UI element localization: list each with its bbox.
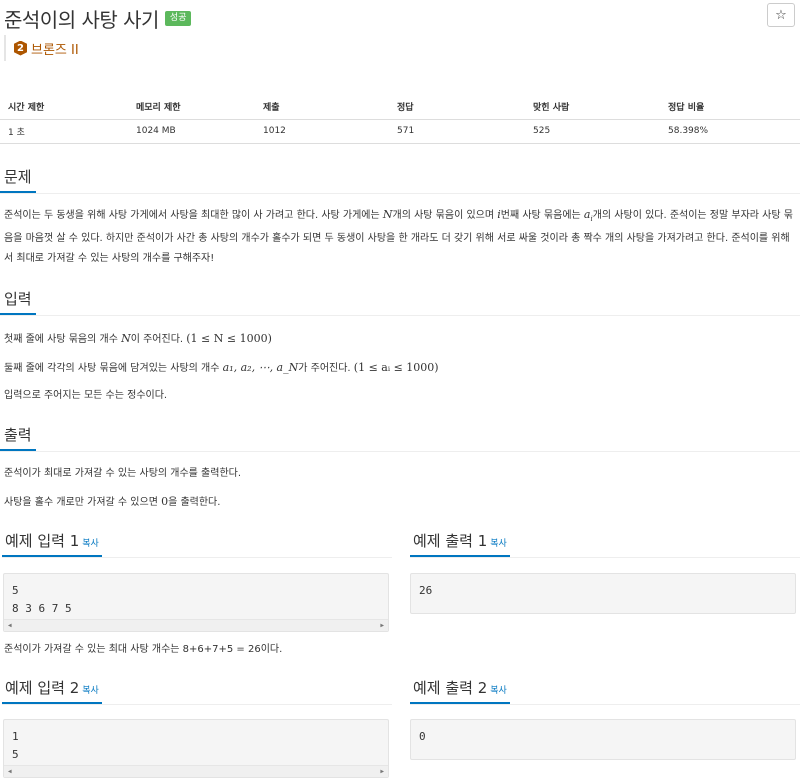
copy-button[interactable]: 복사 [490, 686, 507, 696]
star-icon: ☆ [775, 7, 787, 23]
tier-row: 2 브론즈 II [4, 35, 79, 61]
value-accepted[interactable]: 571 [389, 119, 525, 144]
problem-text-1: 준석이는 두 동생을 위해 사탕 가게에서 사탕을 최대한 많이 사 가려고 한… [4, 210, 383, 221]
scroll-left-icon[interactable]: ◀ [8, 622, 12, 629]
sample-output-1-box[interactable]: 26 [410, 573, 796, 614]
output-section-header: 출력 [0, 424, 800, 452]
copy-button[interactable]: 복사 [490, 539, 507, 549]
output-text-2: 사탕을 홀수 개로만 가져갈 수 있으면 [4, 497, 162, 508]
sample-input-2-content: 1 5 [12, 730, 19, 761]
math-range-a: (1 ≤ aᵢ ≤ 1000) [353, 361, 439, 374]
header-memory-limit: 메모리 제한 [128, 95, 255, 120]
sample-output-1-content: 26 [419, 584, 433, 597]
sample-input-1-box[interactable]: 5 8 3 6 7 5 ◀ ▶ [3, 573, 389, 632]
sample-input-2-heading: 예제 입력 2 복사 [2, 677, 102, 704]
input-section-header: 입력 [0, 288, 800, 316]
output-line-1: 준석이가 최대로 가져갈 수 있는 사탕의 개수를 출력한다. [4, 468, 242, 479]
sample-output-2-box[interactable]: 0 [410, 719, 796, 760]
sample-output-2-content: 0 [419, 730, 426, 743]
sample-input-2-header: 예제 입력 2 복사 [2, 677, 392, 705]
horizontal-scrollbar[interactable]: ◀ ▶ [4, 619, 388, 631]
scroll-right-icon[interactable]: ▶ [380, 622, 384, 629]
horizontal-scrollbar[interactable]: ◀ ▶ [4, 765, 388, 777]
header-solvers: 맞힌 사람 [525, 95, 660, 120]
sample-input-1-header: 예제 입력 1 복사 [2, 530, 392, 558]
sample-1-note: 준석이가 가져갈 수 있는 최대 사탕 개수는 8+6+7+5 = 26이다. [4, 644, 283, 655]
input-line-3: 입력으로 주어지는 모든 수는 정수이다. [4, 390, 168, 401]
sample-output-2-title: 예제 출력 2 [413, 679, 488, 697]
problem-heading: 문제 [0, 166, 36, 193]
table-header-row: 시간 제한 메모리 제한 제출 정답 맞힌 사람 정답 비율 [0, 95, 800, 120]
input-line-1: 첫째 줄에 사탕 묶음의 개수 N이 주어진다. (1 ≤ N ≤ 1000) [4, 329, 798, 350]
problem-section-header: 문제 [0, 166, 800, 194]
header-accepted: 정답 [389, 95, 525, 120]
value-memory-limit: 1024 MB [128, 119, 255, 144]
sample-output-1-heading: 예제 출력 1 복사 [410, 530, 510, 557]
problem-info-table: 시간 제한 메모리 제한 제출 정답 맞힌 사람 정답 비율 1 초 1024 … [0, 95, 800, 144]
tier-label[interactable]: 브론즈 II [31, 39, 79, 58]
problem-text-2: 개의 사탕 묶음이 있으며 [392, 210, 498, 221]
sample-input-2-box[interactable]: 1 5 ◀ ▶ [3, 719, 389, 778]
output-line-2: 사탕을 홀수 개로만 가져갈 수 있으면 0을 출력한다. [4, 492, 798, 513]
copy-button[interactable]: 복사 [82, 539, 99, 549]
star-button[interactable]: ☆ [767, 3, 795, 27]
sample-input-1-heading: 예제 입력 1 복사 [2, 530, 102, 557]
sample-output-1-title: 예제 출력 1 [413, 532, 488, 550]
header-ratio: 정답 비율 [660, 95, 800, 120]
input-text-1b: 이 주어진다. [130, 334, 187, 345]
bronze-tier-icon: 2 [14, 40, 27, 56]
status-badge: 성공 [164, 10, 192, 26]
input-line-2: 둘째 줄에 각각의 사탕 묶음에 담겨있는 사탕의 개수 a₁, a₂, ⋯, … [4, 358, 798, 379]
sample-input-2-title: 예제 입력 2 [5, 679, 80, 697]
table-row: 1 초 1024 MB 1012 571 525 58.398% [0, 119, 800, 144]
math-sequence: a₁, a₂, ⋯, a_N [222, 361, 299, 374]
sample-input-1-content: 5 8 3 6 7 5 [12, 584, 72, 615]
sample-output-2-header: 예제 출력 2 복사 [410, 677, 800, 705]
value-ratio: 58.398% [660, 119, 800, 144]
output-text-2b: 을 출력한다. [168, 497, 221, 508]
scroll-left-icon[interactable]: ◀ [8, 768, 12, 775]
math-range-n: (1 ≤ N ≤ 1000) [186, 332, 272, 345]
value-submissions[interactable]: 1012 [255, 119, 389, 144]
problem-text-3: 번째 사탕 묶음에는 [500, 210, 584, 221]
math-var-n: N [121, 332, 131, 345]
input-text-1: 첫째 줄에 사탕 묶음의 개수 [4, 334, 122, 345]
header-submissions: 제출 [255, 95, 389, 120]
value-solvers[interactable]: 525 [525, 119, 660, 144]
sample-output-1-header: 예제 출력 1 복사 [410, 530, 800, 558]
problem-description: 준석이는 두 동생을 위해 사탕 가게에서 사탕을 최대한 많이 사 가려고 한… [4, 205, 798, 269]
sample-input-1-title: 예제 입력 1 [5, 532, 80, 550]
sample-output-2-heading: 예제 출력 2 복사 [410, 677, 510, 704]
copy-button[interactable]: 복사 [82, 686, 99, 696]
scroll-right-icon[interactable]: ▶ [380, 768, 384, 775]
problem-title: 준석이의 사탕 사기 [4, 7, 159, 32]
input-heading: 입력 [0, 288, 36, 315]
math-var-n: N [382, 208, 393, 221]
title-row: 준석이의 사탕 사기 성공 [4, 4, 192, 32]
input-text-2: 둘째 줄에 각각의 사탕 묶음에 담겨있는 사탕의 개수 [4, 363, 223, 374]
output-heading: 출력 [0, 424, 36, 451]
value-time-limit: 1 초 [0, 119, 128, 144]
input-text-2b: 가 주어진다. [298, 363, 354, 374]
header-time-limit: 시간 제한 [0, 95, 128, 120]
